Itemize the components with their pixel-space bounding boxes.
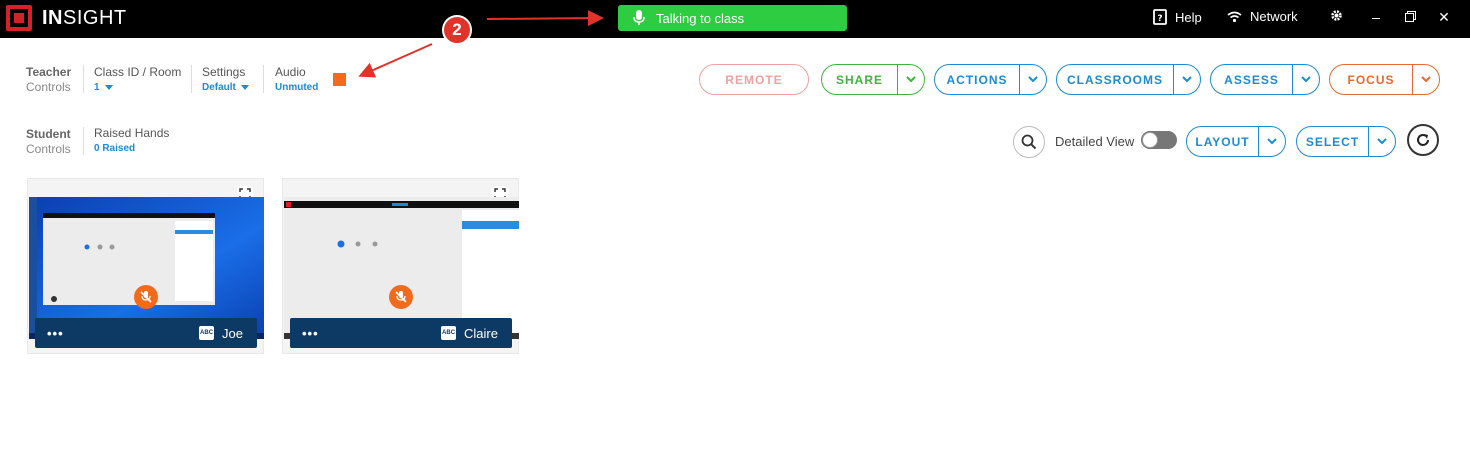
student-tile-claire[interactable]: ••• ABC Claire bbox=[282, 178, 519, 354]
svg-text:?: ? bbox=[1157, 14, 1162, 24]
audio-control[interactable]: Audio Unmuted bbox=[275, 65, 318, 95]
assess-dropdown[interactable] bbox=[1292, 65, 1319, 94]
chevron-down-icon bbox=[1267, 138, 1277, 145]
chevron-down-icon bbox=[240, 85, 249, 90]
refresh-button[interactable] bbox=[1407, 124, 1439, 156]
detailed-view-label: Detailed View bbox=[1055, 134, 1135, 149]
assess-button[interactable]: ASSESS bbox=[1210, 64, 1320, 95]
talking-to-class-label: Talking to class bbox=[656, 10, 745, 26]
chevron-down-icon bbox=[1182, 76, 1192, 83]
title-bar: INSIGHT Talking to class ? Help Network … bbox=[0, 0, 1470, 38]
restore-icon[interactable] bbox=[1400, 9, 1420, 25]
focus-dropdown[interactable] bbox=[1412, 65, 1439, 94]
student-name: Claire bbox=[464, 325, 498, 341]
student-name-bar: ••• ABC Claire bbox=[290, 318, 512, 348]
settings-label: Settings bbox=[202, 65, 246, 79]
divider bbox=[83, 127, 84, 155]
student-name: Joe bbox=[222, 325, 243, 341]
class-id-control[interactable]: Class ID / Room 1 bbox=[94, 65, 181, 95]
class-id-label: Class ID / Room bbox=[94, 65, 182, 79]
select-dropdown[interactable] bbox=[1368, 127, 1395, 156]
search-icon bbox=[1021, 134, 1037, 150]
chevron-down-icon bbox=[1377, 138, 1387, 145]
share-button[interactable]: SHARE bbox=[821, 64, 925, 95]
close-icon[interactable]: ✕ bbox=[1434, 9, 1454, 26]
more-options-icon[interactable]: ••• bbox=[47, 326, 64, 341]
app-name: INSIGHT bbox=[42, 6, 127, 29]
search-button[interactable] bbox=[1013, 126, 1045, 158]
divider bbox=[191, 65, 192, 93]
talking-to-class-button[interactable]: Talking to class bbox=[618, 5, 847, 31]
network-label: Network bbox=[1250, 9, 1298, 24]
chevron-down-icon bbox=[906, 76, 916, 83]
minimize-icon[interactable]: – bbox=[1366, 9, 1386, 25]
student-tile-joe[interactable]: ••• ABC Joe bbox=[27, 178, 264, 354]
student-name-bar: ••• ABC Joe bbox=[35, 318, 257, 348]
focus-button[interactable]: FOCUS bbox=[1329, 64, 1440, 95]
classrooms-button[interactable]: CLASSROOMS bbox=[1056, 64, 1201, 95]
insight-logo: INSIGHT bbox=[6, 5, 127, 31]
help-label: Help bbox=[1175, 9, 1202, 25]
raised-hands-label: Raised Hands bbox=[94, 126, 170, 140]
settings-control[interactable]: Settings Default bbox=[202, 65, 249, 95]
select-button[interactable]: SELECT bbox=[1296, 126, 1396, 157]
audio-status-link[interactable]: Unmuted bbox=[275, 80, 318, 95]
layout-button[interactable]: LAYOUT bbox=[1186, 126, 1286, 157]
settings-gear-icon[interactable] bbox=[1326, 9, 1346, 25]
help-button[interactable]: ? Help bbox=[1153, 9, 1202, 25]
muted-mic-icon bbox=[134, 285, 158, 309]
actions-dropdown[interactable] bbox=[1019, 65, 1046, 94]
audio-indicator bbox=[333, 73, 346, 86]
remote-button[interactable]: REMOTE bbox=[699, 64, 809, 95]
more-options-icon[interactable]: ••• bbox=[302, 326, 319, 341]
chevron-down-icon bbox=[104, 85, 113, 90]
detailed-view-toggle[interactable] bbox=[1141, 131, 1177, 149]
classrooms-dropdown[interactable] bbox=[1173, 65, 1200, 94]
actions-button[interactable]: ACTIONS bbox=[934, 64, 1047, 95]
muted-mic-icon bbox=[389, 285, 413, 309]
chevron-down-icon bbox=[1028, 76, 1038, 83]
network-button[interactable]: Network bbox=[1227, 9, 1298, 24]
text-label-icon: ABC bbox=[441, 326, 457, 340]
text-label-icon: ABC bbox=[199, 326, 215, 340]
raised-hands-count[interactable]: 0 Raised bbox=[94, 141, 169, 156]
insight-logo-icon bbox=[6, 5, 32, 31]
microphone-icon bbox=[633, 10, 645, 25]
chevron-down-icon bbox=[1421, 76, 1431, 83]
divider bbox=[83, 65, 84, 93]
teacher-controls-heading: Teacher Controls bbox=[26, 65, 72, 94]
audio-label: Audio bbox=[275, 65, 306, 79]
refresh-icon bbox=[1417, 134, 1429, 146]
annotation-step-badge: 2 bbox=[442, 15, 472, 45]
chevron-down-icon bbox=[1301, 76, 1311, 83]
class-id-dropdown[interactable]: 1 bbox=[94, 80, 181, 95]
help-icon: ? bbox=[1153, 9, 1167, 25]
divider bbox=[263, 65, 264, 93]
settings-dropdown[interactable]: Default bbox=[202, 80, 249, 95]
student-controls-heading: Student Controls bbox=[26, 127, 71, 156]
wifi-icon bbox=[1227, 11, 1242, 22]
layout-dropdown[interactable] bbox=[1258, 127, 1285, 156]
share-dropdown[interactable] bbox=[897, 65, 924, 94]
raised-hands-control[interactable]: Raised Hands 0 Raised bbox=[94, 126, 169, 156]
toggle-knob bbox=[1142, 132, 1158, 148]
